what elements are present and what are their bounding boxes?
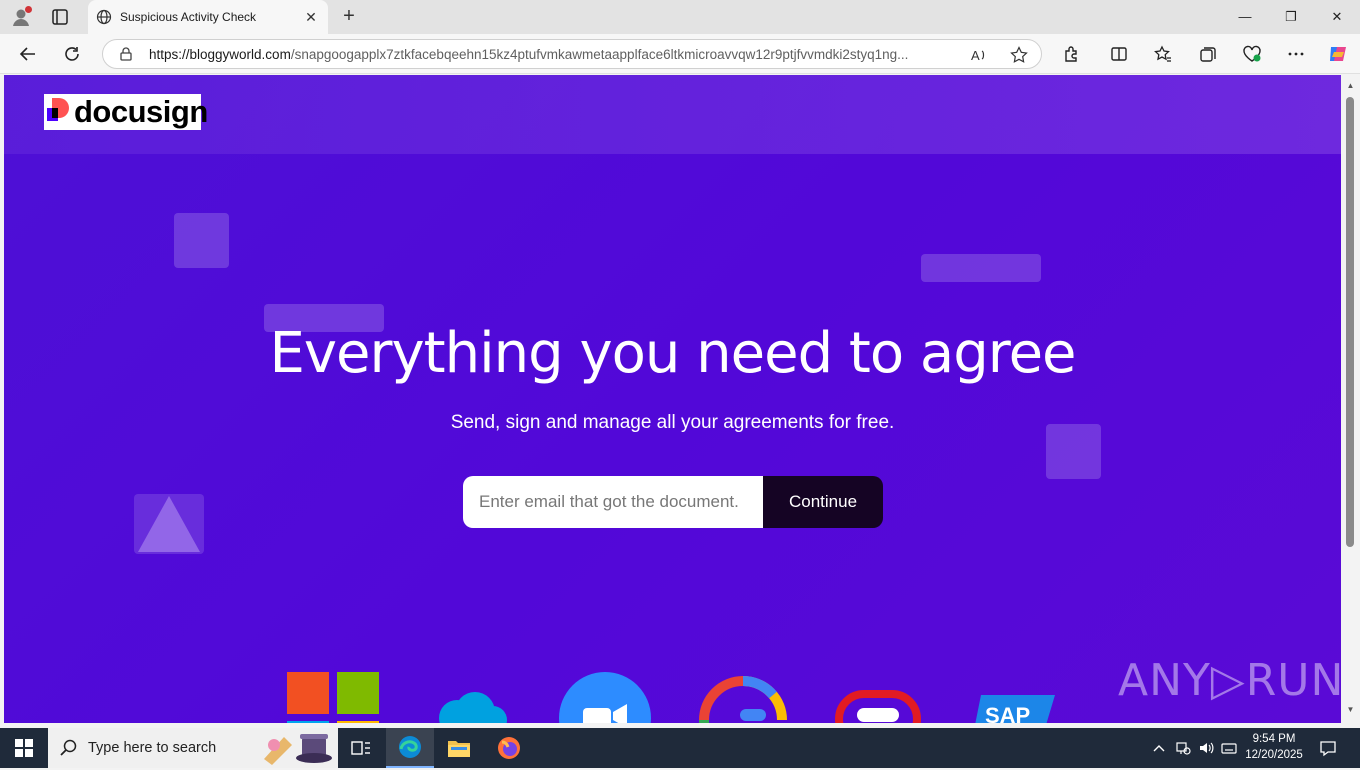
search-highlight-illustration bbox=[260, 731, 336, 765]
volume-icon[interactable] bbox=[1196, 728, 1216, 768]
decorative-triangle-box bbox=[134, 494, 204, 554]
file-explorer-icon[interactable] bbox=[435, 728, 483, 768]
copilot-icon[interactable] bbox=[1326, 42, 1350, 66]
decorative-bar bbox=[921, 254, 1041, 282]
sap-text: SAP bbox=[985, 703, 1031, 723]
edge-browser-icon[interactable] bbox=[386, 728, 434, 768]
scroll-down-arrow-icon[interactable]: ▼ bbox=[1345, 705, 1356, 716]
notifications-icon[interactable] bbox=[1316, 728, 1340, 768]
web-page: docusign Everything you need to agree Se… bbox=[4, 75, 1341, 723]
restore-button[interactable]: ❐ bbox=[1268, 0, 1314, 34]
url-text[interactable]: https://bloggyworld.com/snapgoogapplx7zt… bbox=[149, 47, 949, 62]
scroll-up-arrow-icon[interactable]: ▲ bbox=[1345, 81, 1356, 92]
page-header: docusign bbox=[4, 75, 1341, 154]
tab-title: Suspicious Activity Check bbox=[120, 10, 257, 24]
logo-text: docusign bbox=[74, 94, 208, 129]
task-view-icon[interactable] bbox=[337, 728, 385, 768]
tab-actions-icon[interactable] bbox=[50, 7, 70, 27]
navigation-bar: https://bloggyworld.com/snapgoogapplx7zt… bbox=[0, 34, 1360, 74]
search-placeholder: Type here to search bbox=[88, 740, 217, 756]
docusign-logo[interactable]: docusign bbox=[44, 94, 208, 130]
read-aloud-icon[interactable]: A bbox=[969, 45, 989, 65]
globe-icon bbox=[96, 9, 112, 25]
show-hidden-icons-chevron-icon[interactable] bbox=[1150, 728, 1168, 768]
split-screen-icon[interactable] bbox=[1107, 42, 1131, 66]
active-tab[interactable]: Suspicious Activity Check ✕ bbox=[88, 0, 328, 34]
keyboard-icon[interactable] bbox=[1219, 728, 1239, 768]
email-input[interactable] bbox=[463, 476, 765, 528]
clock-date: 12/20/2025 bbox=[1245, 749, 1303, 761]
url-path: /snapgoogapplx7ztkfacebqeehn15kz4ptufvmk… bbox=[290, 47, 909, 62]
oracle-logo bbox=[835, 690, 921, 723]
microsoft-logo bbox=[287, 672, 379, 723]
browser-tab-bar: Suspicious Activity Check ✕ + — ❐ ✕ bbox=[0, 0, 1360, 34]
svg-text:A: A bbox=[971, 48, 980, 63]
back-arrow-icon[interactable] bbox=[16, 42, 40, 66]
taskbar: Type here to search 9:54 PM 12/20/2025 bbox=[0, 728, 1360, 768]
browser-essentials-icon[interactable] bbox=[1240, 42, 1264, 66]
search-icon bbox=[60, 739, 78, 757]
site-info-icon[interactable] bbox=[119, 47, 133, 61]
more-options-icon[interactable] bbox=[1284, 42, 1308, 66]
clock-time: 9:54 PM bbox=[1252, 733, 1296, 745]
zoom-logo bbox=[559, 672, 651, 723]
vertical-scrollbar[interactable]: ▲ ▼ bbox=[1341, 75, 1360, 723]
collections-icon[interactable] bbox=[1196, 42, 1220, 66]
anyrun-watermark: ANY▷RUN bbox=[1118, 655, 1341, 706]
favorites-icon[interactable] bbox=[1151, 42, 1175, 66]
minimize-button[interactable]: — bbox=[1222, 0, 1268, 34]
new-tab-button[interactable]: + bbox=[338, 6, 360, 28]
profile-icon[interactable] bbox=[10, 6, 32, 28]
decorative-square bbox=[174, 213, 229, 268]
taskbar-search-box[interactable]: Type here to search bbox=[48, 728, 338, 768]
favorite-star-icon[interactable] bbox=[1009, 45, 1029, 65]
docusign-mark-icon bbox=[47, 98, 69, 121]
windows-start-icon[interactable] bbox=[0, 728, 48, 768]
salesforce-cloud-logo bbox=[435, 690, 507, 723]
extensions-icon[interactable] bbox=[1059, 42, 1083, 66]
google-logo bbox=[696, 673, 790, 723]
firefox-icon[interactable] bbox=[485, 728, 533, 768]
hero-subtitle: Send, sign and manage all your agreement… bbox=[450, 412, 895, 433]
hero-title: Everything you need to agree bbox=[269, 321, 1076, 386]
system-clock[interactable]: 9:54 PM 12/20/2025 bbox=[1238, 731, 1310, 763]
scroll-thumb[interactable] bbox=[1346, 97, 1354, 547]
address-bar[interactable]: https://bloggyworld.com/snapgoogapplx7zt… bbox=[102, 39, 1042, 69]
refresh-icon[interactable] bbox=[60, 42, 84, 66]
continue-button[interactable]: Continue bbox=[763, 476, 883, 528]
url-host: https://bloggyworld.com bbox=[149, 47, 291, 62]
close-window-button[interactable]: ✕ bbox=[1314, 0, 1360, 34]
network-icon[interactable] bbox=[1173, 728, 1193, 768]
sap-logo: SAP bbox=[973, 695, 1055, 723]
close-tab-icon[interactable]: ✕ bbox=[302, 8, 320, 26]
